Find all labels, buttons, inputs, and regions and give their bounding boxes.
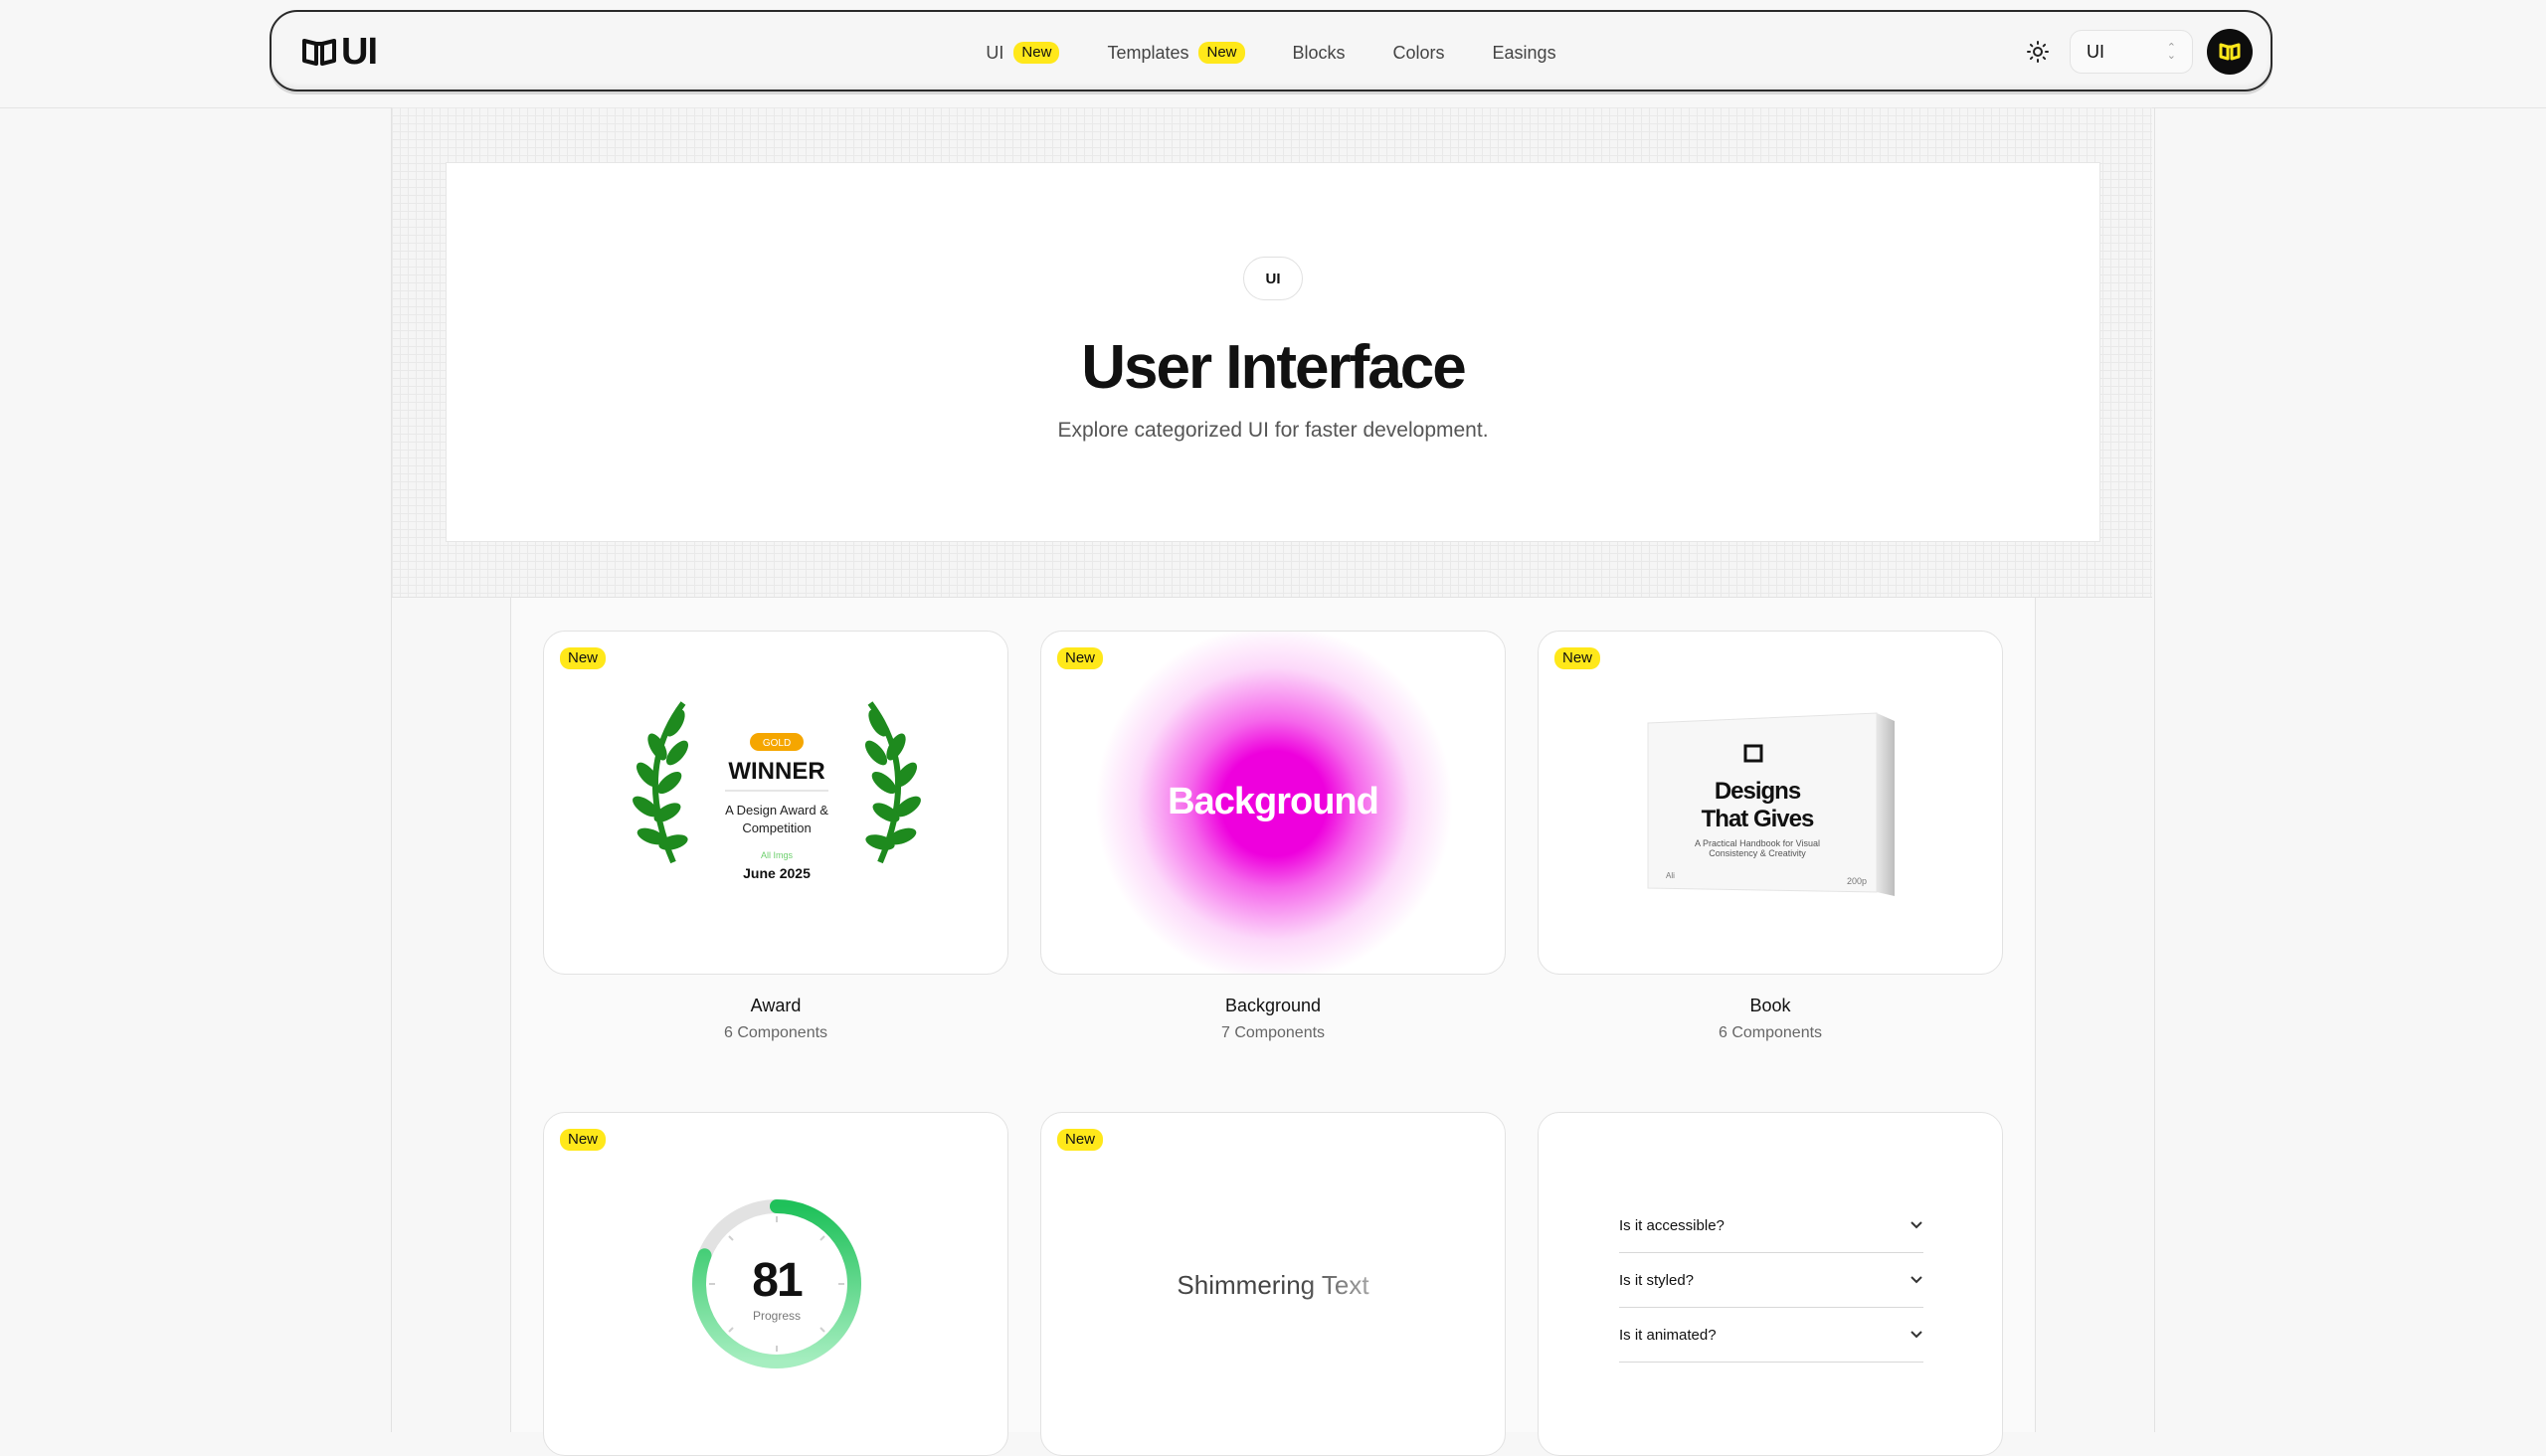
navbar: UI UI New Templates New Blocks Colors Ea… [270,10,2273,91]
chevron-down-icon [1910,1221,1922,1229]
background-preview-text: Background [1168,781,1379,822]
account-button[interactable] [2207,29,2253,75]
accordion-item[interactable]: Is it animated? [1619,1308,1923,1363]
card-title: Background [1224,996,1322,1015]
new-badge: New [1198,42,1245,64]
award-line1: A Design Award & [725,803,828,818]
nav-link-label: Easings [1492,42,1556,63]
select-value: UI [2087,41,2104,62]
accordion: Is it accessible? Is it styled? Is it an… [1619,1198,1923,1363]
award-tag: GOLD [763,738,791,749]
award-small: All Imgs [761,850,794,860]
accordion-question: Is it accessible? [1619,1216,1725,1234]
book-corner-left: Ali [1666,871,1675,880]
progress-value: 81 [752,1254,803,1307]
book-title-line1: Designs [1715,778,1801,805]
card-title: Award [750,996,802,1015]
book-corner-right: 200p [1847,876,1867,886]
card-accordion[interactable]: Is it accessible? Is it styled? Is it an… [1538,1112,2003,1456]
nav-link-easings[interactable]: Easings [1493,43,1556,64]
hero-chip: UI [1243,257,1303,300]
nav-right: UI ⌃ ⌄ [2026,29,2253,75]
nav-link-label: Colors [1392,42,1445,63]
card-award[interactable]: New GOLD WINNER A Design Award & Competi… [543,631,1008,975]
award-date: June 2025 [743,865,811,881]
nav-link-label: Blocks [1292,42,1346,63]
accordion-item[interactable]: Is it accessible? [1619,1198,1923,1253]
hero-section: UI User Interface Explore categorized UI… [446,162,2100,542]
new-badge: New [1057,647,1104,669]
chevron-down-icon [1910,1331,1922,1339]
nav-link-blocks[interactable]: Blocks [1293,43,1346,64]
nav-links: UI New Templates New Blocks Colors Easin… [272,12,2271,93]
sun-icon[interactable] [2026,40,2050,64]
page-title: User Interface [1081,333,1467,402]
chevron-updown-icon: ⌃ ⌄ [2166,42,2176,62]
card-count: 6 Components [1718,1024,1823,1041]
new-badge: New [1013,42,1060,64]
progress-preview: 81 Progress [692,1199,861,1368]
book-sub-line1: A Practical Handbook for Visual [1695,838,1820,848]
nav-link-colors[interactable]: Colors [1393,43,1445,64]
nav-link-label: Templates [1107,42,1189,63]
book-title-line2: That Gives [1702,806,1814,832]
card-count: 7 Components [1220,1024,1326,1041]
accordion-item[interactable]: Is it styled? [1619,1253,1923,1308]
book-preview: Designs That Gives A Practical Handbook … [1647,712,1895,896]
shimmer-text: Shimmering Text [1041,1270,1505,1301]
card-background[interactable]: New Background [1040,631,1506,975]
award-line2: Competition [742,820,811,835]
logo-icon [2219,43,2241,61]
page-subtitle: Explore categorized UI for faster develo… [1057,419,1489,442]
award-preview: GOLD WINNER A Design Award & Competition… [633,701,921,881]
book-sub-line2: Consistency & Creativity [1709,848,1806,858]
nav-link-ui[interactable]: UI New [986,42,1060,64]
card-shimmering-text[interactable]: New Shimmering Text [1040,1112,1506,1456]
chevron-down-icon [1910,1276,1922,1284]
nav-link-templates[interactable]: Templates New [1107,42,1245,64]
card-progress[interactable]: New 81 Progress [543,1112,1008,1456]
progress-label: Progress [753,1309,801,1323]
accordion-question: Is it styled? [1619,1271,1695,1289]
nav-link-label: UI [986,42,1004,63]
card-book[interactable]: New Designs That Gives A Practical Handb… [1538,631,2003,975]
new-badge: New [1057,1129,1104,1151]
card-title: Book [1749,996,1791,1015]
category-select[interactable]: UI ⌃ ⌄ [2070,30,2193,74]
award-title: WINNER [728,758,824,785]
card-count: 6 Components [723,1024,828,1041]
accordion-question: Is it animated? [1619,1326,1717,1344]
